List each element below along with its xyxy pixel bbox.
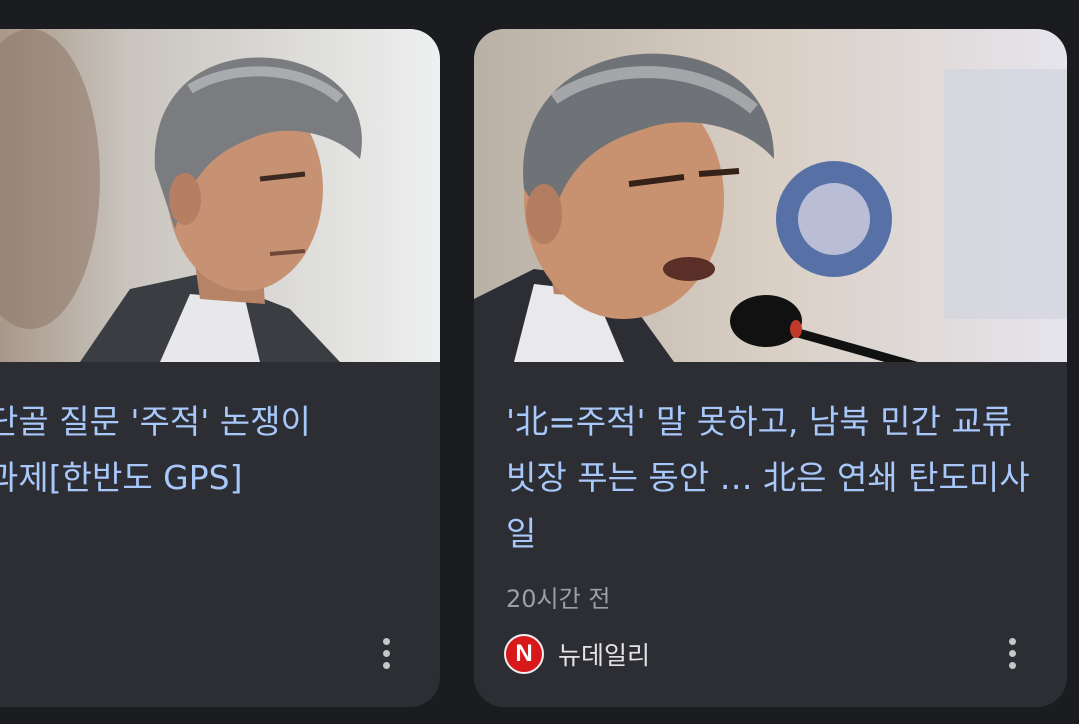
news-card[interactable]: 단골 질문 '주적' 논쟁이 과제[한반도 GPS] I bbox=[0, 29, 440, 707]
more-vertical-icon[interactable] bbox=[372, 633, 400, 673]
more-dot bbox=[1008, 637, 1016, 645]
news-photo-portrait bbox=[474, 29, 1067, 362]
news-source[interactable]: N 뉴데일리 bbox=[504, 634, 650, 674]
news-timestamp: 20시간 전 bbox=[506, 585, 611, 613]
news-carousel: 단골 질문 '주적' 논쟁이 과제[한반도 GPS] I bbox=[0, 0, 1079, 724]
news-source-name: 뉴데일리 bbox=[558, 641, 651, 670]
news-source-logo: N bbox=[504, 634, 544, 674]
more-dot bbox=[382, 649, 390, 657]
more-dot bbox=[382, 637, 390, 645]
more-vertical-icon[interactable] bbox=[998, 633, 1026, 673]
news-card[interactable]: '北=주적' 말 못하고, 남북 민간 교류 빗장 푸는 동안 … 北은 연쇄 … bbox=[474, 29, 1067, 707]
news-thumbnail bbox=[474, 29, 1067, 362]
more-dot bbox=[1008, 649, 1016, 657]
news-headline-line: 단골 질문 '주적' 논쟁이 bbox=[0, 402, 311, 441]
news-headline-line: 과제[한반도 GPS] bbox=[0, 458, 243, 497]
news-headline[interactable]: '北=주적' 말 못하고, 남북 민간 교류 빗장 푸는 동안 … 北은 연쇄 … bbox=[506, 394, 1046, 562]
news-photo-portrait bbox=[0, 29, 440, 362]
more-dot bbox=[382, 661, 390, 669]
news-headline[interactable]: 단골 질문 '주적' 논쟁이 과제[한반도 GPS] bbox=[0, 394, 440, 506]
more-dot bbox=[1008, 661, 1016, 669]
news-thumbnail bbox=[0, 29, 440, 362]
